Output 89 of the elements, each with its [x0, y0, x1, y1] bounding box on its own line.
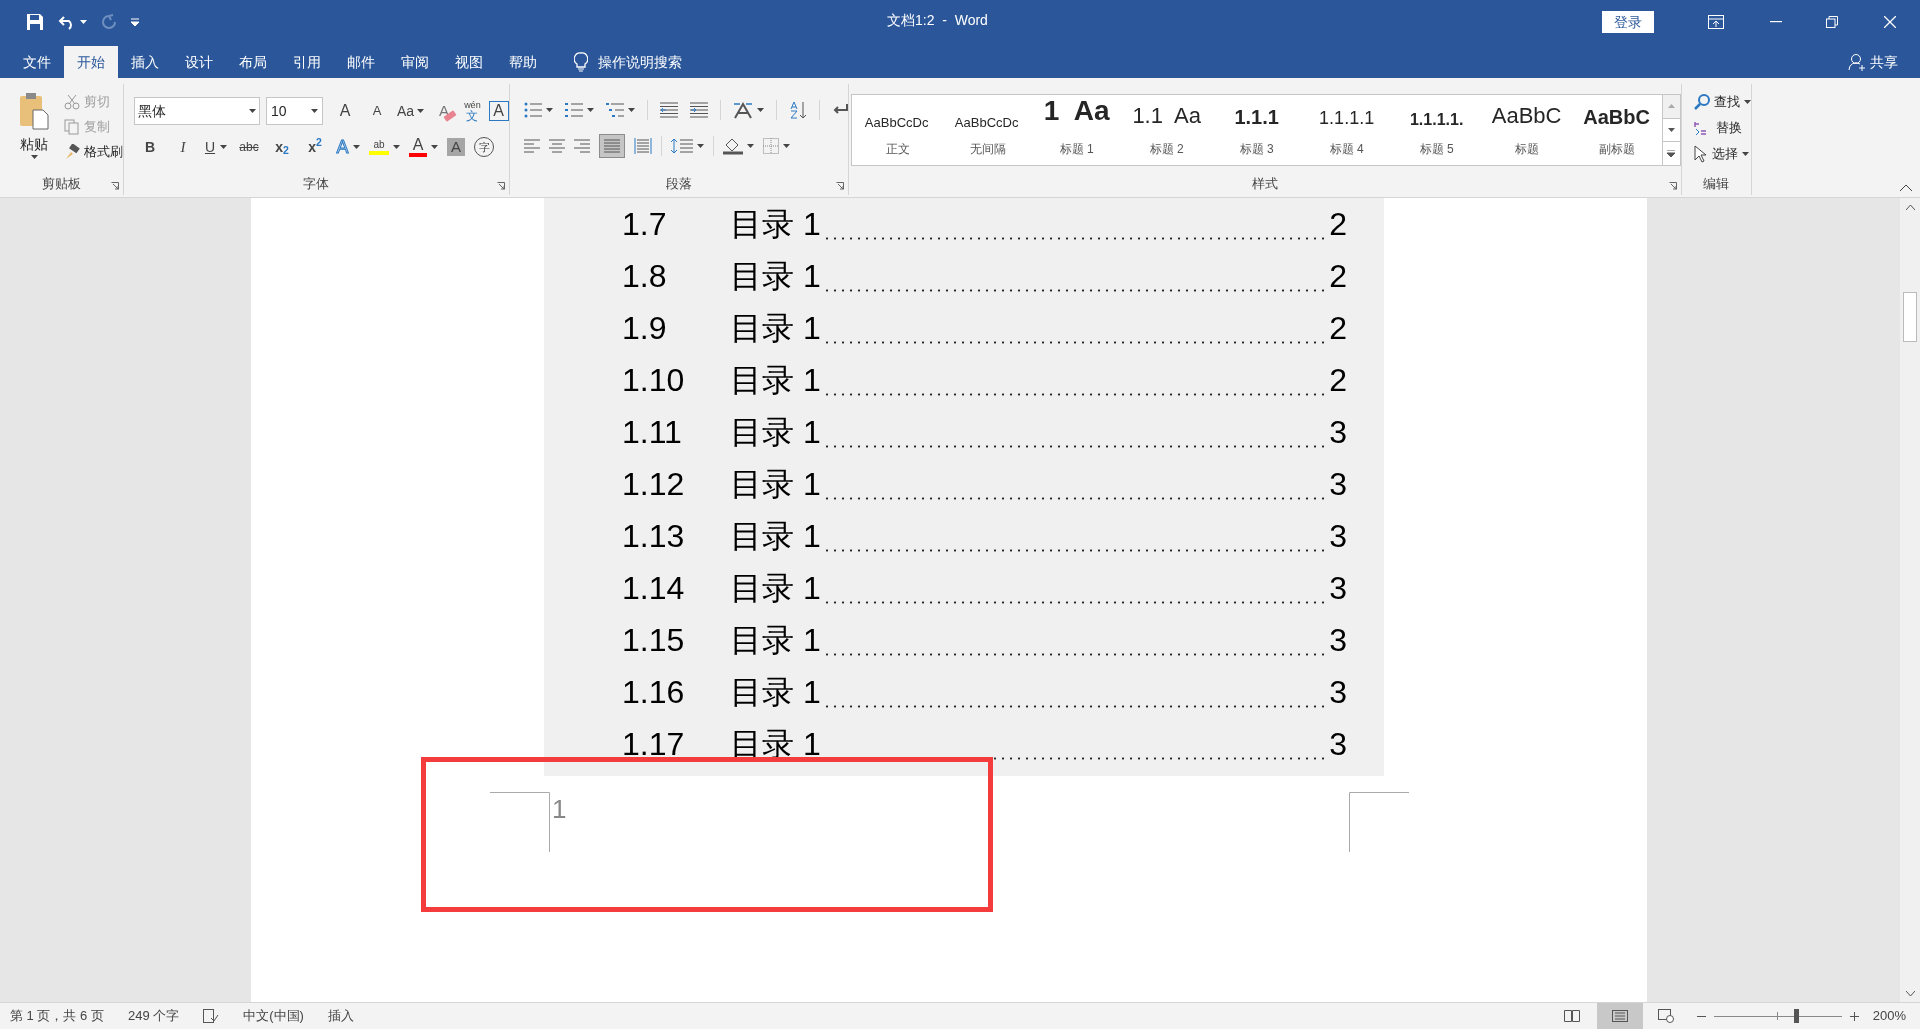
toc-page-number: 2 — [1329, 361, 1347, 400]
toc-page-number: 3 — [1329, 465, 1347, 504]
italic-button[interactable]: I — [171, 135, 195, 159]
footer-page-number: 1 — [552, 793, 567, 826]
ribbon-tab[interactable]: 审阅 — [388, 46, 442, 78]
group-label: 字体 — [303, 175, 330, 194]
toc-number: 1.16 — [622, 673, 686, 712]
ribbon-tab[interactable]: 插入 — [118, 46, 172, 78]
style-item[interactable]: 1.1 Aa 标题 2 — [1121, 95, 1212, 165]
toc-number: 1.14 — [622, 569, 686, 608]
group-label: 段落 — [665, 175, 692, 194]
style-item[interactable]: 1.1.1.1. 标题 5 — [1391, 95, 1482, 165]
font-name-field[interactable]: 黑体 — [134, 97, 260, 125]
toc-entry-text: 目录 1 — [730, 413, 821, 452]
ribbon-tab[interactable]: 设计 — [172, 46, 226, 78]
zoom-level[interactable]: 200% — [1872, 1006, 1906, 1026]
ribbon-tab[interactable]: 视图 — [442, 46, 496, 78]
subscript-button[interactable]: x$_{2}$ — [270, 135, 294, 159]
find-button[interactable]: 查找 — [1693, 92, 1751, 112]
word-count[interactable]: 249 个字 — [127, 1006, 180, 1026]
insert-mode-indicator[interactable]: 插入 — [327, 1006, 354, 1026]
character-border-button[interactable]: A — [488, 101, 509, 121]
strikethrough-button[interactable]: abc — [237, 135, 261, 159]
toc-number: 1.11 — [622, 413, 683, 452]
highlight-button[interactable]: ab — [369, 135, 400, 159]
toc-entry-text: 目录 1 — [730, 725, 821, 764]
toc-page-number: 2 — [1329, 309, 1347, 348]
toc-number: 1.10 — [622, 361, 686, 400]
ribbon-tab[interactable]: 邮件 — [334, 46, 388, 78]
underline-button[interactable]: U — [204, 135, 228, 159]
style-item[interactable]: AaBbCcDc 正文 — [851, 95, 942, 165]
replace-button[interactable]: 替换 — [1693, 118, 1751, 138]
toc-entry-text: 目录 1 — [730, 205, 821, 244]
toc-entry-text: 目录 1 — [730, 361, 821, 400]
toc-page-number: 3 — [1329, 725, 1347, 764]
ribbon-tab[interactable]: 文件 — [10, 46, 64, 78]
change-case-button[interactable]: Aa — [397, 99, 425, 123]
toc-number: 1.8 — [622, 257, 668, 296]
toc-entry-text: 目录 1 — [730, 257, 821, 296]
sign-in-button[interactable]: 登录 — [1602, 11, 1654, 33]
grow-font-button[interactable]: A — [333, 99, 357, 123]
font-color-button[interactable]: A — [409, 135, 438, 159]
share-button[interactable]: 共享 — [1870, 51, 1898, 73]
toc-entry-text: 目录 1 — [730, 309, 821, 348]
style-item[interactable]: 1 Aa 标题 1 — [1031, 95, 1122, 165]
group-label: 样式 — [1251, 175, 1278, 194]
toc-entry-text: 目录 1 — [730, 673, 821, 712]
font-size-field[interactable]: 10 — [266, 97, 323, 125]
ribbon-tab[interactable]: 开始 — [64, 46, 118, 78]
toc-entry-text: 目录 1 — [730, 465, 821, 504]
toc-page-number: 3 — [1329, 621, 1347, 660]
ribbon-tab[interactable]: 布局 — [226, 46, 280, 78]
ribbon-tab[interactable]: 引用 — [280, 46, 334, 78]
toc-number: 1.13 — [622, 517, 686, 556]
toc-page-number: 3 — [1329, 569, 1347, 608]
toc-page-number: 3 — [1329, 517, 1347, 556]
toc-entry-text: 目录 1 — [730, 517, 821, 556]
toc-entry-text: 目录 1 — [730, 569, 821, 608]
group-label: 编辑 — [1703, 175, 1730, 194]
character-shading-button[interactable]: A — [447, 138, 465, 156]
page-count[interactable]: 第 1 页，共 6 页 — [10, 1006, 104, 1026]
style-item[interactable]: AaBbCcDc 无间隔 — [941, 95, 1032, 165]
style-item[interactable]: AaBbC 副标题 — [1571, 95, 1662, 165]
select-button[interactable]: 选择 — [1693, 144, 1751, 164]
style-item[interactable]: AaBbC 标题 — [1481, 95, 1572, 165]
superscript-button[interactable]: x$^{2}$ — [303, 135, 327, 159]
window-title: 文档1:2 - Word — [887, 11, 988, 30]
format-painter-button[interactable]: 格式刷 — [64, 142, 123, 162]
toc-page-number: 2 — [1329, 205, 1347, 244]
toc-number: 1.12 — [622, 465, 686, 504]
toc-page-number: 3 — [1329, 673, 1347, 712]
toc-page-number: 2 — [1329, 257, 1347, 296]
tell-me-search[interactable]: 操作说明搜索 — [598, 51, 682, 73]
toc-number: 1.9 — [622, 309, 668, 348]
toc-number: 1.15 — [622, 621, 686, 660]
bold-button[interactable]: B — [138, 135, 162, 159]
language-indicator[interactable]: 中文(中国) — [243, 1006, 304, 1026]
toc-number: 1.17 — [622, 725, 686, 764]
ribbon-tab[interactable]: 帮助 — [496, 46, 550, 78]
group-label: 剪贴板 — [42, 175, 81, 194]
shrink-font-button[interactable]: A — [365, 99, 389, 123]
toc-page-number: 3 — [1329, 413, 1347, 452]
toc-entry-text: 目录 1 — [730, 621, 821, 660]
phonetic-guide-character[interactable]: 文 — [466, 109, 479, 122]
toc-number: 1.7 — [622, 205, 668, 244]
paste-button[interactable]: 粘贴 — [14, 92, 54, 162]
phonetic-guide-label[interactable]: wén — [464, 100, 481, 110]
style-item[interactable]: 1.1.1 标题 3 — [1211, 95, 1302, 165]
style-item[interactable]: 1.1.1.1 标题 4 — [1301, 95, 1392, 165]
